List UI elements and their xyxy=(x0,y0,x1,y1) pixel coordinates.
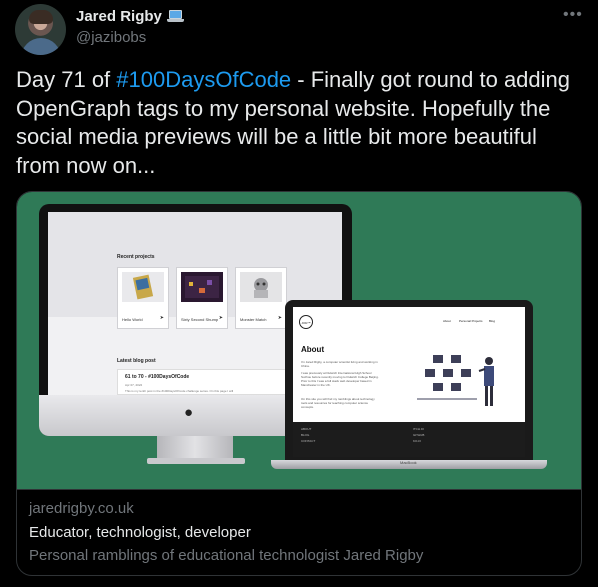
about-heading: About xyxy=(301,345,325,354)
about-illustration xyxy=(417,355,494,406)
card-description: Personal ramblings of educational techno… xyxy=(29,547,424,564)
footer-link: ABOUT xyxy=(301,427,312,431)
author-handle[interactable]: @jazibobs xyxy=(76,29,146,46)
project-card: Sixty Second Shump ➤ xyxy=(176,267,228,329)
footer-link: BLOG xyxy=(301,433,310,437)
tweet-text-before: Day 71 of xyxy=(16,67,117,92)
site-nav-projects: Personal Projects xyxy=(459,319,483,323)
avatar[interactable] xyxy=(15,4,66,55)
site-logo: JOR™ xyxy=(299,315,313,329)
project-card: Hello World ➤ xyxy=(117,267,169,329)
footer-link: ITCH.IO xyxy=(413,427,424,431)
arrow-right-icon: ➤ xyxy=(159,315,164,321)
project-label: Hello World xyxy=(122,317,143,322)
project-thumbnail xyxy=(122,272,164,302)
author-name[interactable]: Jared Rigby xyxy=(76,8,162,25)
macbook-brand: MacBook xyxy=(400,460,417,465)
card-title: Educator, technologist, developer xyxy=(29,524,251,541)
site-nav-about: About xyxy=(443,319,451,323)
arrow-right-icon: ➤ xyxy=(277,315,282,321)
latest-blog-post-label: Latest blog post xyxy=(117,358,156,364)
tweet-text: Day 71 of #100DaysOfCode - Finally got r… xyxy=(16,66,586,180)
site-footer: ABOUT BLOG CONTACT ITCH.IO GITHUB KO-FI xyxy=(293,422,525,457)
project-thumbnail xyxy=(181,272,223,302)
project-label: Sixty Second Shump xyxy=(181,317,219,322)
author-name-row[interactable]: Jared Rigby xyxy=(76,8,184,25)
avatar-hair xyxy=(29,10,53,24)
site-nav-blog: Blog xyxy=(489,319,496,323)
blog-post-date: Apr 07, 2022 xyxy=(125,383,143,387)
avatar-shirt xyxy=(21,38,61,55)
card-domain: jaredrigby.co.uk xyxy=(29,500,134,517)
footer-link: GITHUB xyxy=(413,433,425,437)
blog-post-snippet: This is my tenth post in the #100DaysOfC… xyxy=(125,389,234,393)
card-meta[interactable]: jaredrigby.co.uk Educator, technologist,… xyxy=(17,489,581,575)
hashtag-link[interactable]: #100DaysOfCode xyxy=(116,67,291,92)
apple-logo-icon: ● xyxy=(184,404,194,421)
blog-post-card: 61 to 70 - #100DaysOfCode Apr 07, 2022 T… xyxy=(117,369,287,395)
link-preview-card[interactable]: Recent projects Hello World ➤ Sixty Seco… xyxy=(16,191,582,576)
about-paragraph: On this site you will find my ramblings … xyxy=(301,397,375,409)
project-label: Monster Match xyxy=(240,317,267,322)
more-options-icon[interactable]: ••• xyxy=(563,6,583,24)
blog-post-title: 61 to 70 - #100DaysOfCode xyxy=(125,374,190,380)
footer-link: CONTACT xyxy=(301,439,316,443)
about-paragraph: I'm Jared Rigby, a computer scientist li… xyxy=(301,360,378,368)
imac-foot xyxy=(147,458,245,464)
arrow-right-icon: ➤ xyxy=(218,315,223,321)
footer-link: KO-FI xyxy=(413,439,421,443)
card-image[interactable]: Recent projects Hello World ➤ Sixty Seco… xyxy=(17,192,581,489)
project-thumbnail xyxy=(240,272,282,302)
macbook-screen: JOR™ About Personal Projects Blog About … xyxy=(293,307,525,457)
project-card: Monster Match ➤ xyxy=(235,267,287,329)
laptop-emoji-icon xyxy=(166,10,184,23)
recent-projects-label: Recent projects xyxy=(117,254,155,260)
about-paragraph: I was previously at Dulwich Internationa… xyxy=(301,371,379,387)
